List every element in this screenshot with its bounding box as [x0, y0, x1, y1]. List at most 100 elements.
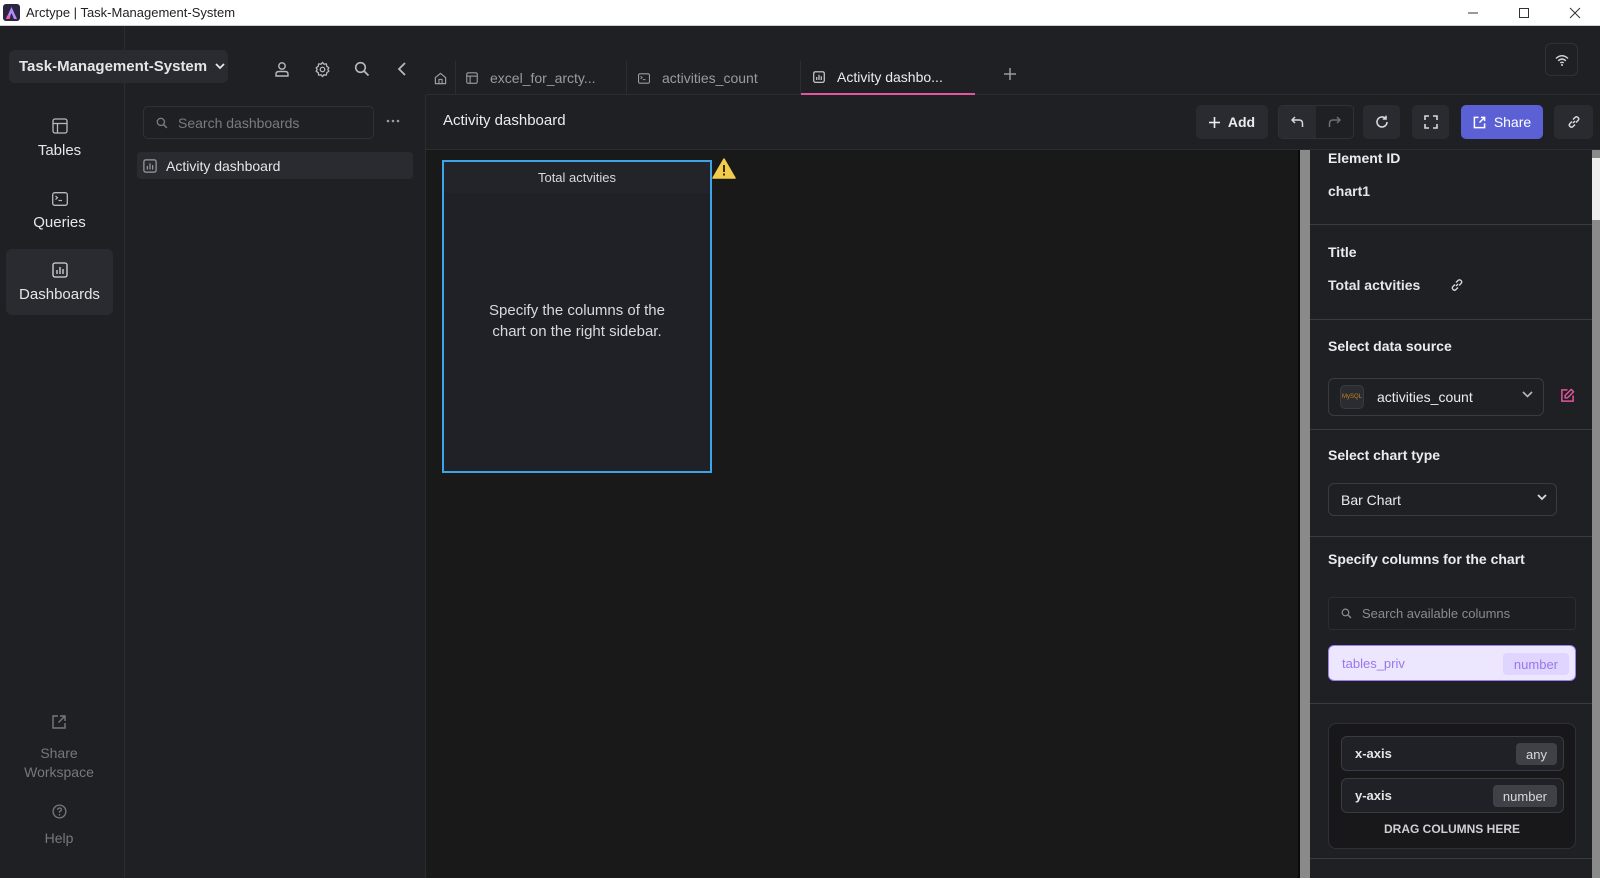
external-link-icon — [52, 715, 66, 729]
chart-type-select[interactable]: Bar Chart — [1328, 483, 1557, 516]
undo-redo-group — [1278, 105, 1354, 139]
share-workspace-label: Share Workspace — [24, 745, 94, 780]
search-button[interactable] — [342, 57, 382, 81]
data-source-select[interactable]: MySQL activities_count — [1328, 378, 1544, 416]
profile-button[interactable] — [262, 57, 302, 81]
rail-item-queries[interactable]: Queries — [6, 178, 113, 244]
link-icon[interactable] — [1450, 278, 1464, 292]
chart-empty-message-line: chart on the right sidebar. — [492, 323, 662, 340]
refresh-icon — [1375, 115, 1388, 128]
chart-card-title: Total actvities — [444, 162, 710, 193]
redo-button[interactable] — [1316, 106, 1353, 138]
column-type-badge: number — [1502, 653, 1569, 675]
help-circle-icon — [51, 804, 67, 819]
dashboard-list-item[interactable]: Activity dashboard — [137, 152, 413, 179]
rail-item-dashboards[interactable]: Dashboards — [6, 249, 113, 315]
column-chip[interactable]: tables_priv number — [1328, 645, 1576, 681]
warning-icon[interactable] — [712, 158, 736, 179]
title-value[interactable]: Total actvities — [1328, 277, 1420, 293]
refresh-button[interactable] — [1363, 105, 1400, 139]
user-icon — [275, 62, 289, 77]
fullscreen-icon — [1423, 115, 1438, 129]
search-dashboards-input[interactable]: Search dashboards — [143, 106, 374, 139]
bar-chart-icon — [51, 261, 68, 278]
chart-type-value: Bar Chart — [1341, 491, 1401, 508]
tab-activity-dashboard[interactable]: Activity dashbo... — [801, 61, 975, 95]
share-external-icon — [1473, 116, 1486, 128]
dashboard-toolbar: Activity dashboard Add Share — [426, 95, 1600, 150]
settings-button[interactable] — [302, 57, 342, 81]
search-columns-input[interactable]: Search available columns — [1328, 597, 1576, 630]
mysql-logo-icon: MySQL — [1340, 385, 1364, 409]
tab-activities-count[interactable]: activities_count — [638, 61, 798, 95]
maximize-button[interactable] — [1498, 0, 1549, 26]
column-name: tables_priv — [1342, 655, 1405, 671]
wifi-icon — [1554, 54, 1569, 66]
panel-resize-handle[interactable] — [1298, 150, 1310, 878]
tab-label: Activity dashbo... — [837, 69, 943, 85]
dashboard-canvas[interactable]: Total actvities Specify the columns of t… — [426, 150, 1298, 878]
window-titlebar: Arctype | Task-Management-System — [0, 0, 1600, 26]
maximize-icon — [1518, 8, 1529, 18]
dashboards-panel: Search dashboards Activity dashboard — [125, 95, 426, 878]
search-icon — [354, 61, 370, 77]
help-label: Help — [44, 830, 74, 846]
window-title: Arctype | Task-Management-System — [26, 5, 236, 20]
minimize-icon — [1467, 12, 1478, 14]
config-scrollbar-thumb[interactable] — [1592, 158, 1600, 220]
chevron-down-icon — [215, 63, 225, 70]
bar-chart-icon — [143, 158, 157, 173]
arctype-logo-icon — [3, 4, 20, 21]
search-icon — [1341, 608, 1352, 619]
terminal-icon — [638, 72, 650, 84]
tab-excel-for-arctype[interactable]: excel_for_arcty... — [466, 61, 624, 95]
close-button[interactable] — [1549, 0, 1600, 26]
help-button[interactable]: Help — [0, 804, 118, 848]
tab-label: activities_count — [662, 70, 758, 86]
more-options-button[interactable] — [381, 111, 405, 131]
element-id-label: Element ID — [1328, 150, 1401, 166]
columns-label: Specify columns for the chart — [1328, 551, 1525, 567]
chart-empty-message: Specify the columns of the chart on the … — [444, 300, 710, 342]
search-dashboards-placeholder: Search dashboards — [178, 114, 300, 131]
collapse-sidebar-button[interactable] — [382, 57, 422, 81]
home-icon — [434, 72, 447, 84]
copy-link-button[interactable] — [1554, 105, 1593, 139]
share-label: Share — [1493, 114, 1532, 130]
undo-icon — [1291, 116, 1304, 127]
config-scrollbar[interactable] — [1592, 150, 1600, 878]
rail-item-tables[interactable]: Tables — [6, 105, 113, 171]
edit-icon[interactable] — [1560, 388, 1575, 403]
undo-button[interactable] — [1279, 106, 1316, 138]
table-icon — [51, 117, 68, 134]
chevron-down-icon — [1522, 391, 1533, 398]
chevron-down-icon — [1537, 494, 1547, 501]
link-icon — [1568, 116, 1579, 128]
search-columns-placeholder: Search available columns — [1362, 606, 1511, 621]
chart-config-panel: Element ID chart1 Title Total actvities … — [1310, 150, 1600, 878]
add-element-button[interactable]: Add — [1196, 105, 1268, 139]
tab-label: excel_for_arcty... — [490, 70, 596, 86]
element-id-section: Element ID chart1 — [1310, 150, 1592, 225]
fullscreen-button[interactable] — [1412, 105, 1449, 139]
workspace-selector[interactable]: Task-Management-System — [9, 50, 228, 83]
chart-type-label: Select chart type — [1328, 447, 1441, 463]
chart-card[interactable]: Total actvities Specify the columns of t… — [442, 158, 736, 473]
chart-empty-message-line: Specify the columns of the — [489, 302, 665, 319]
rail-item-label: Tables — [37, 141, 82, 159]
dashboard-list-item-label: Activity dashboard — [166, 157, 281, 174]
rail-item-label: Dashboards — [19, 285, 100, 303]
gear-icon — [314, 61, 330, 77]
plus-icon — [1208, 116, 1220, 128]
tab-strip: excel_for_arcty... activities_count Acti… — [426, 26, 1600, 95]
share-button[interactable]: Share — [1461, 105, 1543, 139]
share-workspace-button[interactable]: Share Workspace — [0, 714, 118, 782]
new-tab-button[interactable] — [1004, 68, 1016, 80]
home-tab[interactable] — [426, 61, 456, 95]
data-source-label: Select data source — [1328, 338, 1452, 354]
dashboard-title: Activity dashboard — [443, 112, 566, 129]
minimize-button[interactable] — [1447, 0, 1498, 26]
connection-status-button[interactable] — [1545, 43, 1578, 76]
rail-item-label: Queries — [33, 213, 86, 231]
bar-chart-icon — [813, 71, 825, 83]
